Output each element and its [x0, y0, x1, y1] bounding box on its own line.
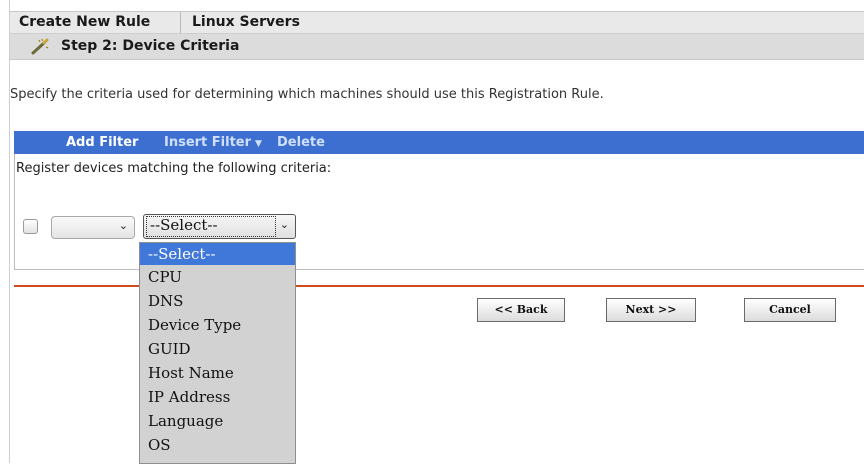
caret-down-icon: ▼: [255, 139, 262, 149]
wand-icon: [30, 38, 50, 56]
dropdown-option[interactable]: GUID: [140, 337, 295, 361]
add-filter-link[interactable]: Add Filter: [66, 131, 138, 154]
field-select-value: --Select--: [150, 216, 218, 234]
operator-select[interactable]: ⌄: [51, 216, 135, 239]
back-button[interactable]: << Back: [477, 298, 565, 322]
criteria-label: Register devices matching the following …: [16, 161, 332, 176]
header-title: Create New Rule: [19, 14, 151, 30]
filter-toolbar: Add Filter Insert Filter ▼ Delete: [14, 131, 864, 154]
insert-filter-menu[interactable]: Insert Filter ▼: [164, 131, 262, 156]
dropdown-option[interactable]: CPU: [140, 265, 295, 289]
dropdown-option[interactable]: --Select--: [140, 243, 295, 265]
step-title: Step 2: Device Criteria: [61, 38, 240, 54]
dropdown-option[interactable]: Device Type: [140, 313, 295, 337]
filter-row-checkbox[interactable]: [23, 219, 38, 234]
dropdown-option[interactable]: IP Address: [140, 385, 295, 409]
field-dropdown-list: --Select-- CPU DNS Device Type GUID Host…: [139, 242, 296, 464]
dropdown-option[interactable]: OS: [140, 433, 295, 457]
header-context: Linux Servers: [192, 14, 300, 30]
delete-link[interactable]: Delete: [277, 131, 325, 154]
field-select[interactable]: --Select-- ⌄: [143, 214, 296, 239]
chevron-down-icon: ⌄: [118, 219, 128, 232]
step-header: Step 2: Device Criteria: [10, 34, 864, 60]
header-divider: [180, 12, 181, 33]
wizard-header: Create New Rule Linux Servers: [10, 11, 864, 34]
page-description: Specify the criteria used for determinin…: [10, 87, 604, 102]
dropdown-option[interactable]: Host Name: [140, 361, 295, 385]
next-button[interactable]: Next >>: [606, 298, 696, 322]
dropdown-option[interactable]: Language: [140, 409, 295, 433]
dropdown-option[interactable]: DNS: [140, 289, 295, 313]
chevron-down-icon: ⌄: [279, 218, 289, 231]
insert-filter-label: Insert Filter: [164, 135, 252, 150]
cancel-button[interactable]: Cancel: [744, 298, 836, 322]
